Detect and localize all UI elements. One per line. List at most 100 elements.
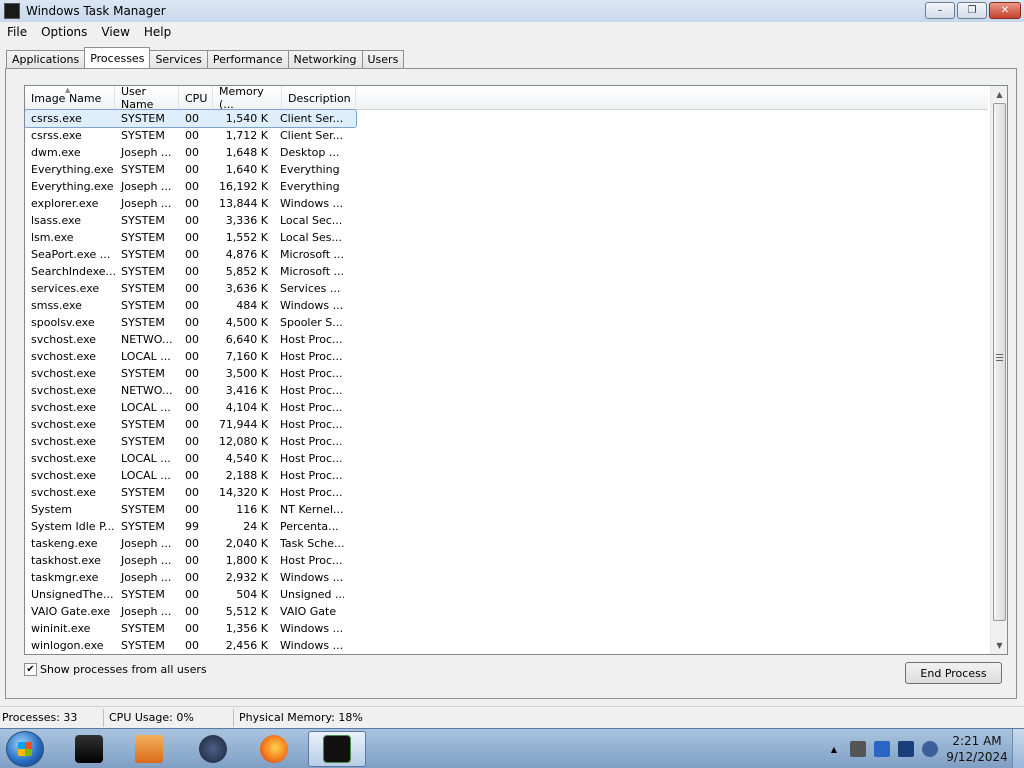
process-memory: 1,712 K [225,129,268,142]
tab-processes[interactable]: Processes [84,47,151,68]
tray-display-icon[interactable] [898,741,914,757]
show-desktop-button[interactable] [1012,729,1024,768]
process-description: Host Proc... [280,367,343,380]
process-row[interactable]: svchost.exe LOCAL ... 00 2,188 K Host Proc..… [25,467,988,484]
process-row[interactable]: taskmgr.exe Joseph ... 00 2,932 K Windows ..… [25,569,988,586]
window-controls: – ❐ ✕ [925,2,1021,19]
process-image-name: lsm.exe [31,231,74,244]
process-user-name: SYSTEM [121,367,165,380]
start-button[interactable] [6,731,44,767]
tab-performance[interactable]: Performance [206,50,289,68]
show-all-users-option[interactable]: ✔ Show processes from all users [24,663,207,676]
process-description: Everything [280,180,340,193]
process-row[interactable]: Everything.exe SYSTEM 00 1,640 K Everything [25,161,988,178]
process-row[interactable]: System SYSTEM 00 116 K NT Kernel... [25,501,988,518]
process-row[interactable]: svchost.exe NETWO... 00 6,640 K Host Proc... [25,331,988,348]
scroll-down-arrow-icon[interactable]: ▼ [991,637,1007,654]
tray-battery-icon[interactable] [850,741,866,757]
maximize-button[interactable]: ❐ [957,2,987,19]
terminal-app-icon [75,735,103,763]
vertical-scrollbar[interactable]: ▲ ▼ [990,86,1007,654]
column-user-name[interactable]: User Name [115,86,179,111]
process-user-name: Joseph ... [121,537,172,550]
tray-network-icon[interactable] [922,741,938,757]
process-memory: 484 K [236,299,268,312]
column-memory[interactable]: Memory (... [213,86,282,111]
process-image-name: svchost.exe [31,418,97,431]
scroll-thumb[interactable] [993,103,1006,621]
minimize-button[interactable]: – [925,2,955,19]
column-description[interactable]: Description [282,86,356,110]
tray-expand-icon[interactable]: ▲ [826,741,842,757]
process-description: VAIO Gate [280,605,337,618]
column-cpu[interactable]: CPU [179,86,213,110]
process-row[interactable]: csrss.exe SYSTEM 00 1,540 K Client Ser... [25,109,357,128]
process-row[interactable]: svchost.exe SYSTEM 00 14,320 K Host Proc... [25,484,988,501]
process-row[interactable]: taskhost.exe Joseph ... 00 1,800 K Host Proc… [25,552,988,569]
process-row[interactable]: dwm.exe Joseph ... 00 1,648 K Desktop ... [25,144,988,161]
process-row[interactable]: lsm.exe SYSTEM 00 1,552 K Local Ses... [25,229,988,246]
process-row[interactable]: smss.exe SYSTEM 00 484 K Windows ... [25,297,988,314]
clock-date: 9/12/2024 [946,750,1008,764]
scroll-up-arrow-icon[interactable]: ▲ [991,86,1007,103]
process-row[interactable]: svchost.exe SYSTEM 00 3,500 K Host Proc... [25,365,988,382]
process-image-name: svchost.exe [31,486,97,499]
process-row[interactable]: csrss.exe SYSTEM 00 1,712 K Client Ser... [25,127,988,144]
process-user-name: SYSTEM [121,622,165,635]
process-user-name: SYSTEM [121,316,165,329]
status-physical-memory: Physical Memory: 18% [239,711,363,724]
taskbar-task-manager[interactable] [308,731,366,767]
process-list[interactable]: ▲ Image Name User Name CPU Memory (... D… [24,85,1008,655]
column-image-name[interactable]: ▲ Image Name [25,86,115,110]
tray-sync-icon[interactable] [874,741,890,757]
tab-services[interactable]: Services [149,50,208,68]
menu-view[interactable]: View [94,25,136,39]
process-row[interactable]: UnsignedThe... SYSTEM 00 504 K Unsigned ... [25,586,988,603]
process-row[interactable]: VAIO Gate.exe Joseph ... 00 5,512 K VAIO Gat… [25,603,988,620]
process-user-name: LOCAL ... [121,350,171,363]
tab-networking[interactable]: Networking [287,50,363,68]
process-row[interactable]: System Idle P... SYSTEM 99 24 K Percenta... [25,518,988,535]
process-cpu: 00 [185,605,199,618]
process-row[interactable]: svchost.exe SYSTEM 00 12,080 K Host Proc... [25,433,988,450]
process-row[interactable]: taskeng.exe Joseph ... 00 2,040 K Task Sche.… [25,535,988,552]
process-row[interactable]: svchost.exe NETWO... 00 3,416 K Host Proc... [25,382,988,399]
menu-file[interactable]: File [0,25,34,39]
menu-help[interactable]: Help [137,25,178,39]
process-row[interactable]: winlogon.exe SYSTEM 00 2,456 K Windows ... [25,637,988,654]
process-memory: 2,456 K [225,639,268,652]
process-user-name: SYSTEM [121,503,165,516]
process-row[interactable]: Everything.exe Joseph ... 00 16,192 K Everyt… [25,178,988,195]
process-row[interactable]: SeaPort.exe ... SYSTEM 00 4,876 K Microsoft … [25,246,988,263]
process-row[interactable]: svchost.exe LOCAL ... 00 4,540 K Host Proc..… [25,450,988,467]
taskbar-firefox[interactable] [245,731,303,767]
process-user-name: Joseph ... [121,605,172,618]
processes-panel: ▲ Image Name User Name CPU Memory (... D… [5,68,1017,699]
process-image-name: Everything.exe [31,180,114,193]
process-memory: 14,320 K [219,486,269,499]
process-user-name: Joseph ... [121,571,172,584]
clock[interactable]: 2:21 AM 9/12/2024 [942,733,1012,765]
process-row[interactable]: svchost.exe SYSTEM 00 71,944 K Host Proc... [25,416,988,433]
process-row[interactable]: services.exe SYSTEM 00 3,636 K Services ... [25,280,988,297]
taskbar-terminal-app[interactable] [60,731,118,767]
close-button[interactable]: ✕ [989,2,1021,19]
process-row[interactable]: svchost.exe LOCAL ... 00 4,104 K Host Proc..… [25,399,988,416]
process-memory: 4,876 K [225,248,268,261]
menu-bar: File Options View Help [0,22,1024,42]
process-row[interactable]: spoolsv.exe SYSTEM 00 4,500 K Spooler S... [25,314,988,331]
show-all-users-checkbox[interactable]: ✔ [24,663,37,676]
process-row[interactable]: lsass.exe SYSTEM 00 3,336 K Local Sec... [25,212,988,229]
process-row[interactable]: svchost.exe LOCAL ... 00 7,160 K Host Proc..… [25,348,988,365]
end-process-button[interactable]: End Process [905,662,1002,684]
taskbar-steam-app[interactable] [184,731,242,767]
process-cpu: 00 [185,554,199,567]
tab-applications[interactable]: Applications [6,50,86,68]
menu-options[interactable]: Options [34,25,94,39]
process-row[interactable]: explorer.exe Joseph ... 00 13,844 K Windows … [25,195,988,212]
process-row[interactable]: wininit.exe SYSTEM 00 1,356 K Windows ... [25,620,988,637]
tab-users[interactable]: Users [361,50,405,68]
process-cpu: 00 [185,571,199,584]
taskbar-media-player[interactable] [120,731,178,767]
process-row[interactable]: SearchIndexe... SYSTEM 00 5,852 K Microsoft … [25,263,988,280]
